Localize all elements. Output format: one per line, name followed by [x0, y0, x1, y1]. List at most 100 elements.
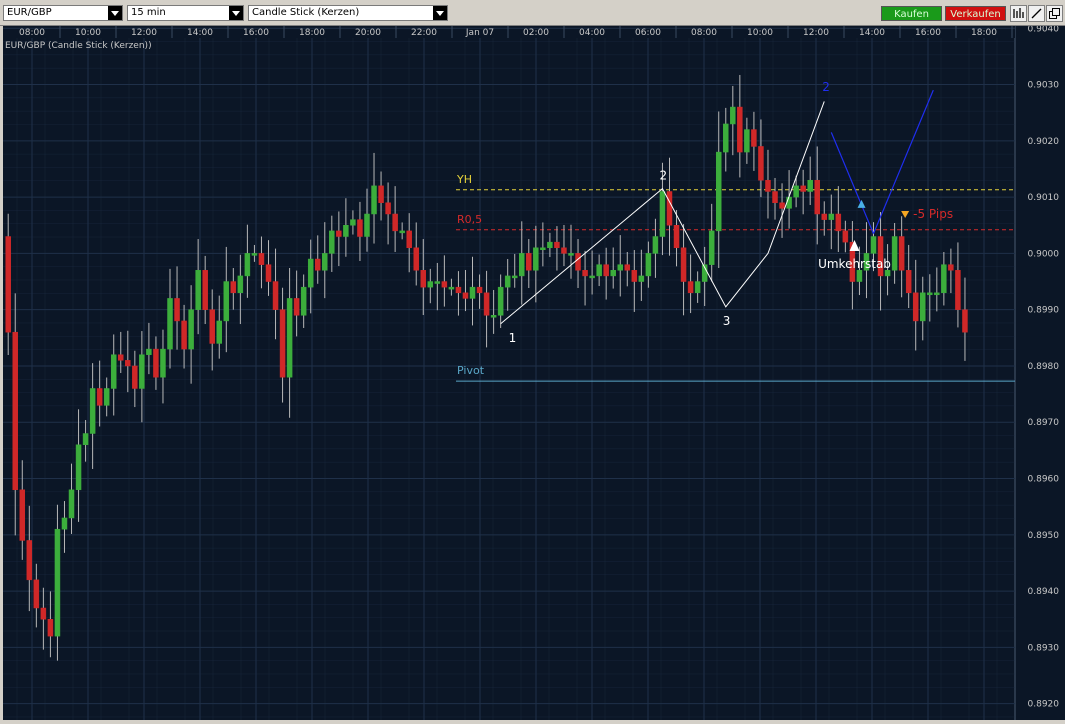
time-tick-label: Jan 07: [465, 28, 494, 38]
candle-body: [82, 433, 89, 446]
candle-body: [547, 241, 553, 249]
candle-body: [610, 270, 616, 277]
candle-body: [905, 270, 912, 294]
chart-type-value: Candle Stick (Kerzen): [252, 7, 360, 18]
time-tick-label: 14:00: [859, 28, 885, 38]
price-axis-background: [1015, 26, 1065, 720]
candle-body: [751, 129, 757, 147]
time-tick-label: 18:00: [971, 28, 997, 38]
time-tick-label: 18:00: [299, 28, 325, 38]
price-tick-label: 0.8950: [1028, 531, 1060, 541]
time-tick-label: 20:00: [355, 28, 381, 38]
candle-body: [554, 241, 560, 249]
candlestick-chart[interactable]: 08:00 10:00 12:00 14:00 16:00 18:00 20:00 22:00…: [3, 24, 1065, 720]
candle-body: [75, 444, 82, 491]
candle-body: [350, 219, 356, 226]
time-tick-label: 08:00: [691, 28, 717, 38]
time-tick-label: 22:00: [411, 28, 437, 38]
candle-body: [624, 264, 631, 271]
time-tick-label: 14:00: [187, 28, 213, 38]
stop-label: -5 Pips: [913, 207, 953, 221]
candle-body: [89, 388, 96, 434]
price-tick-label: 0.9010: [1028, 193, 1060, 203]
candle-body: [898, 236, 905, 271]
buy-button[interactable]: Kaufen: [881, 6, 942, 21]
candle-body: [202, 270, 208, 310]
candle-body: [694, 281, 701, 294]
candle-body: [455, 286, 462, 294]
bar-chart-icon[interactable]: [1010, 5, 1027, 22]
candle-body: [793, 185, 799, 198]
chart-title: EUR/GBP (Candle Stick (Kerzen)): [5, 41, 152, 51]
candle-body: [420, 270, 427, 288]
price-tick-label: 0.8930: [1028, 643, 1060, 653]
candle-body: [103, 388, 110, 406]
candle-body: [33, 579, 40, 609]
candle-body: [223, 281, 230, 322]
candle-body: [821, 213, 828, 220]
candle-body: [856, 270, 863, 282]
candle-body: [265, 264, 272, 282]
candle-body: [237, 275, 244, 294]
time-tick-label: 06:00: [635, 28, 661, 38]
candle-body: [737, 106, 743, 153]
candle-body: [828, 213, 835, 220]
draw-line-icon[interactable]: [1028, 5, 1045, 22]
sell-button[interactable]: Verkaufen: [945, 6, 1006, 21]
wave-label: 1: [509, 331, 517, 345]
candle-body: [884, 270, 891, 277]
price-tick-label: 0.8940: [1028, 587, 1060, 597]
price-tick-label: 0.8920: [1028, 700, 1060, 710]
candle-body: [582, 270, 588, 277]
candle-body: [708, 230, 715, 265]
candle-body: [118, 354, 124, 361]
candle-body: [870, 236, 877, 254]
candle-body: [364, 213, 370, 237]
candle-body: [575, 253, 581, 271]
candle-body: [272, 281, 279, 310]
candle-body: [568, 253, 574, 256]
candle-body: [167, 298, 173, 350]
candle-body: [125, 360, 131, 367]
interval-value: 15 min: [131, 7, 166, 18]
candle-body: [631, 270, 638, 282]
candle-body: [336, 230, 342, 237]
level-label: YH: [456, 173, 472, 186]
chart-type-select[interactable]: Candle Stick (Kerzen): [248, 5, 448, 21]
candle-body: [687, 281, 694, 294]
candle-body: [497, 286, 504, 316]
candle-body: [406, 230, 412, 249]
candle-body: [251, 253, 258, 256]
candle-body: [807, 179, 813, 192]
candle-body: [413, 247, 419, 271]
candle-body: [19, 489, 26, 541]
time-tick-label: 12:00: [803, 28, 829, 38]
chevron-down-icon[interactable]: [433, 6, 447, 20]
candle-body: [427, 281, 434, 288]
chevron-down-icon[interactable]: [108, 6, 122, 20]
symbol-select[interactable]: EUR/GBP: [3, 5, 123, 21]
candle-body: [357, 219, 363, 237]
popout-window-icon[interactable]: [1046, 5, 1063, 22]
chart-area[interactable]: 08:00 10:00 12:00 14:00 16:00 18:00 20:00 22:00…: [3, 24, 1065, 720]
candle-body: [5, 236, 11, 333]
candle-body: [927, 292, 933, 296]
candle-body: [891, 236, 898, 271]
candle-body: [504, 275, 511, 288]
candle-body: [589, 275, 595, 279]
interval-select[interactable]: 15 min: [127, 5, 244, 21]
candle-body: [399, 230, 405, 234]
candle-body: [322, 253, 328, 271]
price-tick-label: 0.8990: [1028, 306, 1060, 316]
candle-body: [329, 230, 335, 254]
candle-body: [47, 618, 54, 637]
time-tick-label: 02:00: [523, 28, 549, 38]
candle-body: [300, 286, 307, 316]
time-tick-label: 16:00: [243, 28, 269, 38]
candle-body: [385, 202, 391, 215]
time-tick-label: 10:00: [75, 28, 101, 38]
candle-body: [596, 264, 602, 277]
candle-body: [40, 607, 47, 620]
candle-body: [139, 354, 145, 389]
chevron-down-icon[interactable]: [229, 6, 243, 20]
